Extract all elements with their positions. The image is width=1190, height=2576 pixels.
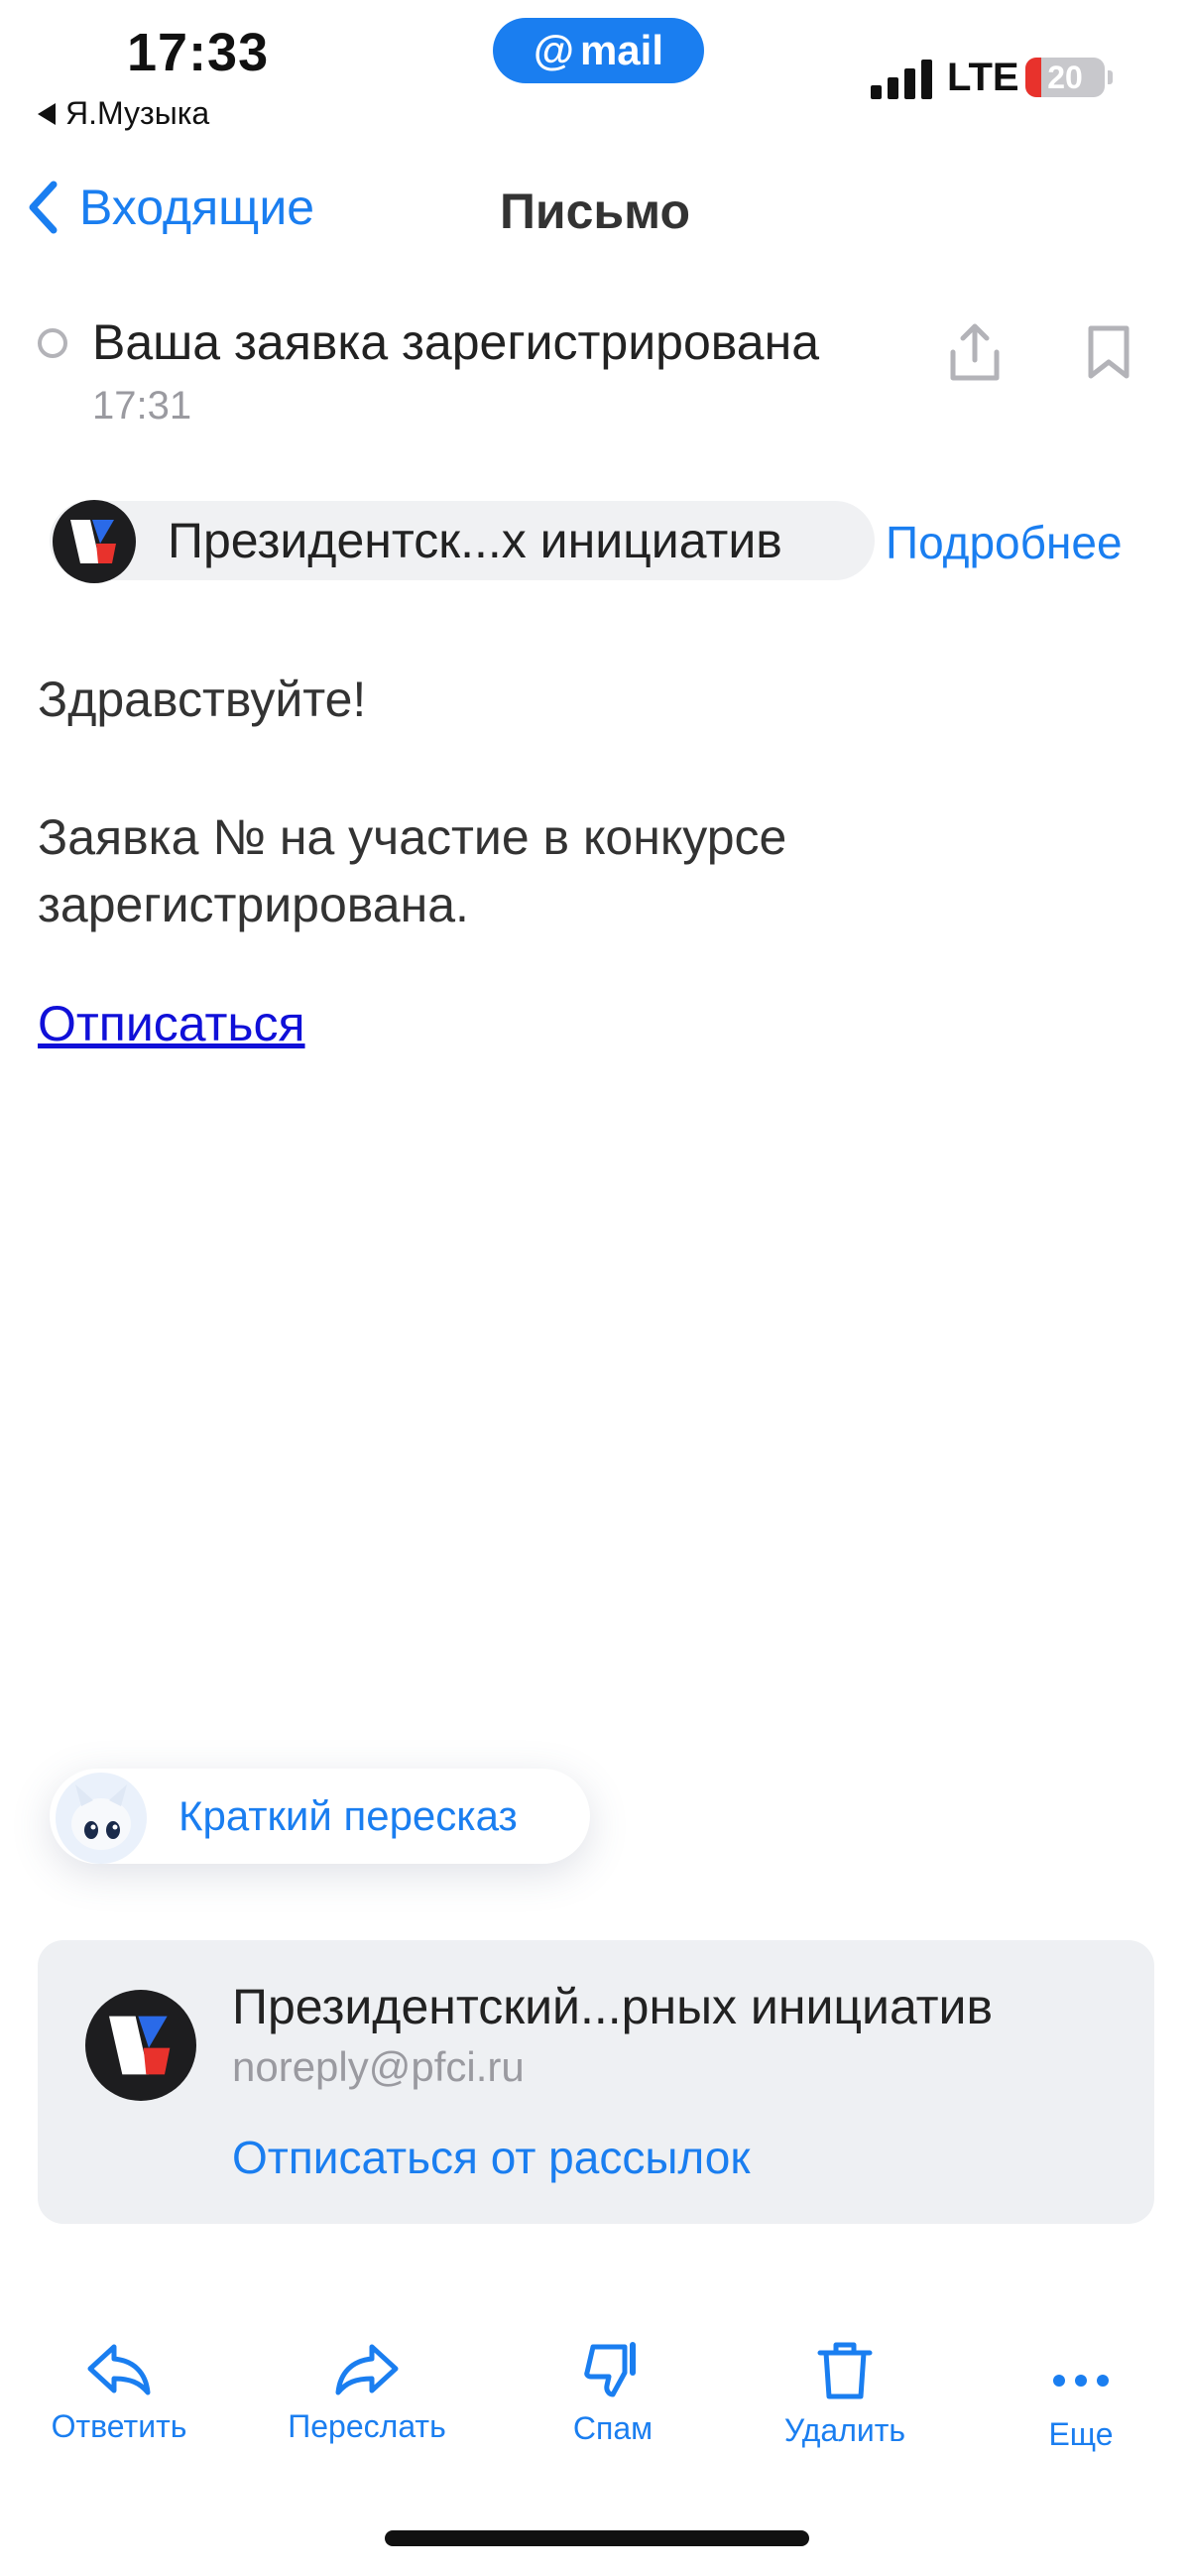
spam-button[interactable]: Спам bbox=[504, 2339, 722, 2447]
thumbs-down-icon bbox=[584, 2342, 636, 2397]
sender-avatar bbox=[53, 500, 136, 583]
unsubscribe-mailings-link[interactable]: Отписаться от рассылок bbox=[232, 2131, 750, 2184]
assistant-mascot-icon bbox=[56, 1773, 147, 1864]
summary-button[interactable]: Краткий пересказ bbox=[50, 1769, 590, 1864]
back-triangle-icon bbox=[38, 102, 56, 125]
back-to-app-button[interactable]: Я.Музыка bbox=[38, 95, 209, 132]
sender-name: Президентск...х инициатив bbox=[168, 513, 782, 568]
more-dots-icon bbox=[1053, 2375, 1109, 2387]
network-type: LTE bbox=[947, 56, 1019, 99]
trash-icon bbox=[817, 2342, 873, 2399]
mark-read-toggle[interactable] bbox=[38, 328, 67, 358]
sender-card-email: noreply@pfci.ru bbox=[232, 2043, 525, 2090]
spam-label: Спам bbox=[572, 2410, 654, 2446]
sender-card-logo-icon bbox=[109, 2016, 171, 2075]
forward-button[interactable]: Переслать bbox=[258, 2339, 476, 2445]
unsubscribe-link[interactable]: Отписаться bbox=[38, 995, 305, 1052]
sender-chip[interactable]: Президентск...х инициатив bbox=[50, 500, 875, 583]
battery-level: 20 bbox=[1047, 59, 1083, 95]
battery-tip bbox=[1108, 70, 1113, 84]
sender-card-name: Президентский...рных инициатив bbox=[232, 1979, 994, 2034]
message-time: 17:31 bbox=[92, 384, 192, 428]
sender-logo-icon bbox=[70, 520, 116, 563]
more-label: Еще bbox=[1048, 2416, 1114, 2452]
summary-label: Краткий пересказ bbox=[178, 1792, 518, 1839]
back-app-label: Я.Музыка bbox=[65, 95, 210, 131]
message-body-text: Заявка № на участие в конкурсе зарегистр… bbox=[38, 809, 787, 932]
reply-label: Ответить bbox=[51, 2408, 187, 2444]
battery-icon: 20 bbox=[1025, 58, 1105, 97]
cellular-signal-icon bbox=[871, 56, 932, 99]
reply-button[interactable]: Ответить bbox=[10, 2339, 228, 2445]
share-icon[interactable] bbox=[947, 322, 1003, 384]
status-time: 17:33 bbox=[127, 23, 270, 82]
details-link[interactable]: Подробнее bbox=[886, 516, 1123, 569]
sender-card-avatar bbox=[85, 1990, 196, 2101]
delete-label: Удалить bbox=[783, 2412, 906, 2448]
home-indicator[interactable] bbox=[385, 2530, 809, 2546]
mail-app-label: mail bbox=[579, 27, 663, 73]
message-subject: Ваша заявка зарегистрирована bbox=[92, 314, 820, 370]
at-sign-icon: @ bbox=[533, 27, 574, 73]
more-button[interactable]: Еще bbox=[972, 2367, 1190, 2453]
reply-icon bbox=[87, 2344, 151, 2395]
bookmark-icon[interactable] bbox=[1085, 322, 1132, 382]
page-title: Письмо bbox=[499, 184, 691, 239]
mail-app-badge: @ mail bbox=[493, 18, 704, 83]
delete-button[interactable]: Удалить bbox=[736, 2339, 954, 2449]
sender-card: Президентский...рных инициатив noreply@p… bbox=[38, 1940, 1154, 2224]
forward-label: Переслать bbox=[288, 2408, 446, 2444]
greeting-text: Здравствуйте! bbox=[38, 672, 367, 727]
forward-icon bbox=[335, 2344, 399, 2395]
